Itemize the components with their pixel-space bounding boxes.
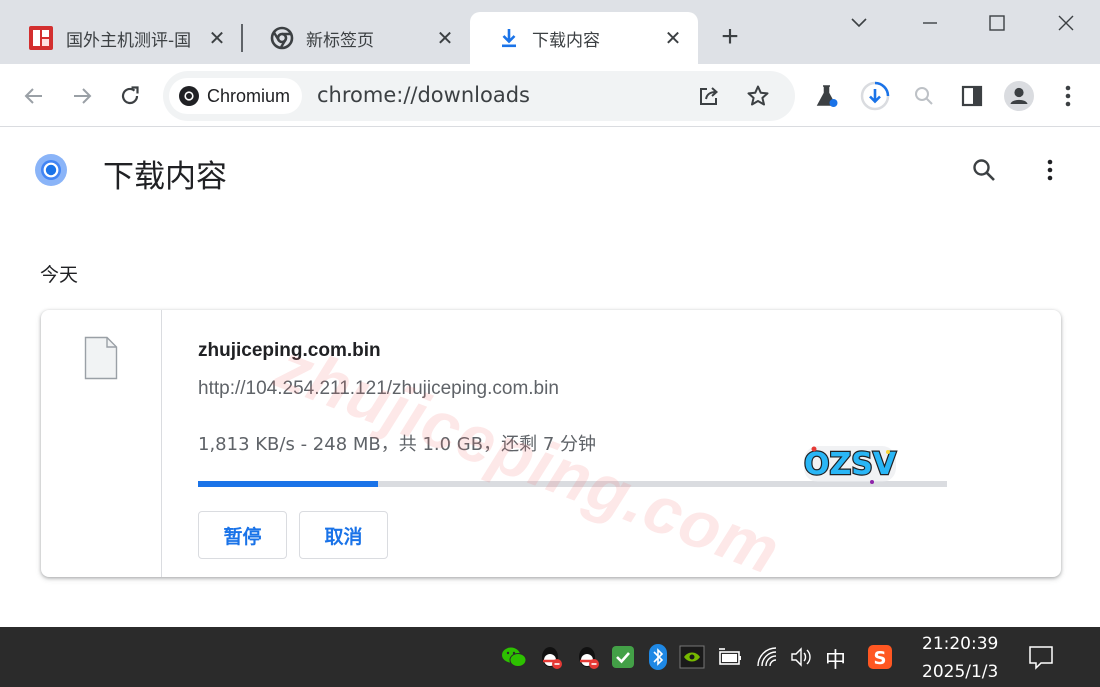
- chevron-down-icon: [851, 18, 867, 28]
- reload-icon: [121, 86, 139, 105]
- minimize-button[interactable]: [910, 8, 950, 38]
- tab-title: 新标签页: [306, 30, 374, 51]
- bluetooth-icon: [649, 644, 667, 670]
- ime-indicator[interactable]: 中: [825, 644, 846, 674]
- wechat-icon: [502, 647, 527, 667]
- date-heading: 今天: [40, 264, 79, 286]
- close-icon[interactable]: ✕: [206, 27, 228, 50]
- search-icon: [973, 159, 995, 181]
- side-panel-icon: [961, 85, 983, 107]
- downloads-button[interactable]: [859, 80, 891, 112]
- file-source-url[interactable]: http://104.254.211.121/zhujiceping.com.b…: [198, 378, 559, 400]
- site-favicon: [29, 26, 53, 50]
- wifi-icon: [757, 647, 777, 667]
- battery-plug-icon: [719, 648, 741, 665]
- more-vert-icon: [1065, 85, 1071, 107]
- labs-button[interactable]: [811, 80, 843, 112]
- nvidia-icon: [679, 645, 705, 669]
- pause-button[interactable]: 暂停: [198, 511, 287, 559]
- avatar-icon: [1004, 81, 1034, 111]
- search-downloads-button[interactable]: [968, 154, 1000, 186]
- arrow-left-icon: [24, 88, 42, 104]
- ozsv-sticker: OZSV: [803, 446, 898, 484]
- tray-bluetooth[interactable]: [644, 643, 672, 671]
- bookmark-button[interactable]: [744, 82, 772, 110]
- url-text[interactable]: chrome://downloads: [317, 83, 530, 107]
- close-icon[interactable]: ✕: [434, 27, 456, 50]
- tab-new-tab[interactable]: 新标签页 ✕: [242, 12, 470, 64]
- sticker-text: OZSV: [804, 447, 897, 482]
- tray-qq-2[interactable]: [574, 643, 602, 671]
- notification-icon: [1029, 646, 1053, 670]
- tab-search-button[interactable]: [839, 8, 879, 38]
- browser-toolbar: Chromium chrome://downloads: [0, 64, 1100, 127]
- tray-qq-1[interactable]: [537, 643, 565, 671]
- star-icon: [747, 85, 769, 106]
- clock-date[interactable]: 2025/1/3: [922, 662, 998, 682]
- close-icon: [1058, 15, 1074, 31]
- tray-security[interactable]: [609, 643, 637, 671]
- download-progress-icon: [860, 81, 890, 111]
- maximize-button[interactable]: [977, 8, 1017, 38]
- site-chip-label: Chromium: [207, 85, 291, 106]
- back-button[interactable]: [18, 80, 50, 112]
- tray-sogou[interactable]: S: [866, 643, 894, 671]
- volume-icon: [791, 647, 811, 667]
- windows-taskbar: 中 S 21:20:39 2025/1/3: [0, 627, 1100, 687]
- file-icon: [84, 336, 118, 380]
- shield-check-icon: [612, 646, 634, 668]
- side-panel-button[interactable]: [956, 80, 988, 112]
- qq-penguin-icon: [542, 647, 562, 669]
- tab-strip: 国外主机测评-国 ✕ 新标签页 ✕ 下载内容 ✕ +: [0, 0, 1100, 64]
- chromium-logo-icon: [179, 86, 199, 106]
- action-center-button[interactable]: [1027, 643, 1055, 671]
- card-divider: [161, 310, 162, 577]
- sogou-ime-icon: S: [868, 645, 892, 669]
- profile-button[interactable]: [1003, 80, 1035, 112]
- tab-zhujiceping[interactable]: 国外主机测评-国 ✕: [0, 12, 242, 64]
- clock-time[interactable]: 21:20:39: [922, 634, 998, 654]
- tray-wifi[interactable]: [754, 643, 782, 671]
- chrome-logo-icon: [270, 26, 294, 50]
- maximize-icon: [989, 15, 1005, 31]
- reload-button[interactable]: [114, 80, 146, 112]
- download-item-card: zhujiceping.com.bin http://104.254.211.1…: [41, 310, 1061, 577]
- close-icon[interactable]: ✕: [662, 27, 684, 50]
- tray-wechat[interactable]: [500, 643, 528, 671]
- page-menu-button[interactable]: [1036, 154, 1064, 186]
- download-status-text: 1,813 KB/s - 248 MB，共 1.0 GB，还剩 7 分钟: [198, 434, 597, 455]
- share-button[interactable]: [695, 82, 723, 110]
- flask-icon: [816, 85, 838, 107]
- search-icon: [915, 87, 933, 105]
- menu-button[interactable]: [1052, 80, 1084, 112]
- download-icon: [502, 29, 516, 48]
- tab-title: 国外主机测评-国: [66, 30, 192, 51]
- cancel-button[interactable]: 取消: [299, 511, 388, 559]
- qq-penguin-icon: [579, 647, 599, 669]
- tray-volume[interactable]: [787, 643, 815, 671]
- more-vert-icon: [1047, 159, 1053, 181]
- tray-power[interactable]: [716, 643, 744, 671]
- download-progress-fill: [198, 481, 378, 487]
- zoom-button[interactable]: [908, 80, 940, 112]
- tray-nvidia[interactable]: [678, 643, 706, 671]
- svg-text:S: S: [874, 648, 887, 669]
- new-tab-button[interactable]: +: [714, 22, 746, 52]
- close-window-button[interactable]: [1046, 8, 1086, 38]
- page-title: 下载内容: [103, 159, 227, 195]
- tab-title: 下载内容: [532, 30, 600, 51]
- share-icon: [700, 87, 719, 105]
- minimize-icon: [923, 22, 937, 24]
- chrome-logo-icon: [35, 154, 67, 186]
- arrow-right-icon: [74, 88, 92, 104]
- file-name-link[interactable]: zhujiceping.com.bin: [198, 340, 381, 362]
- tab-downloads[interactable]: 下载内容 ✕: [470, 12, 698, 64]
- address-bar[interactable]: Chromium chrome://downloads: [163, 71, 795, 121]
- site-chip[interactable]: Chromium: [169, 78, 303, 114]
- forward-button[interactable]: [66, 80, 98, 112]
